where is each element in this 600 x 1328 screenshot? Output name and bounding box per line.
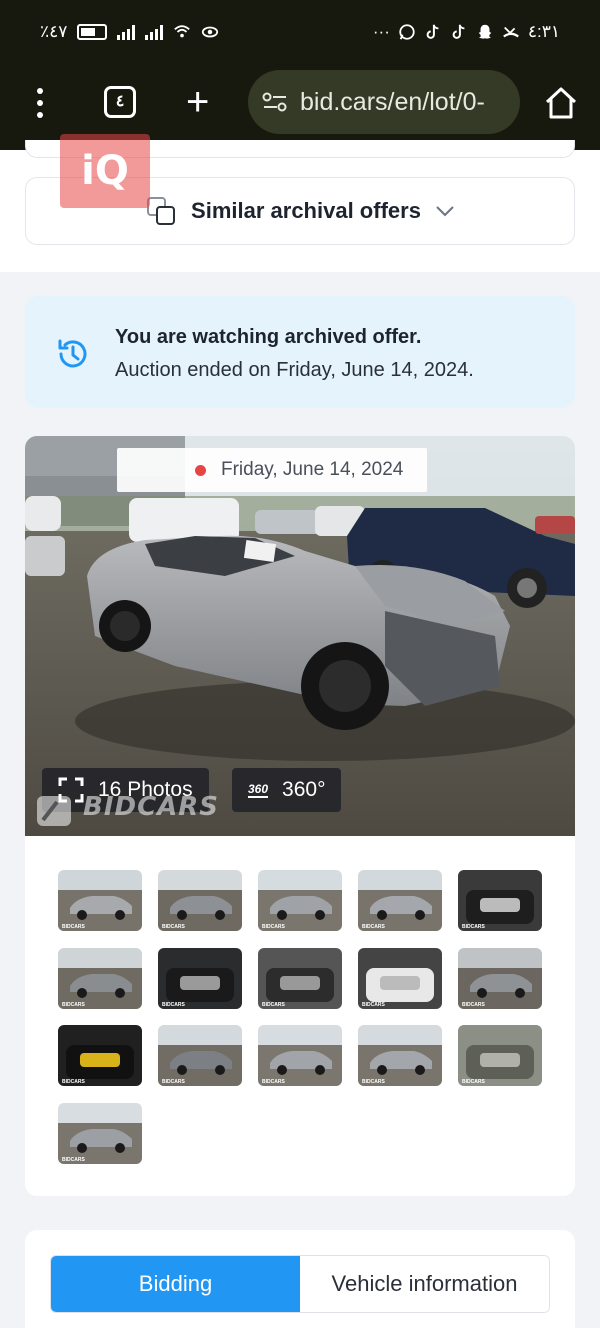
new-tab-button[interactable]: + — [186, 82, 209, 122]
thumb-3-image[interactable]: BIDCARS — [258, 870, 342, 931]
thumb-7[interactable]: BIDCARS — [158, 948, 242, 1009]
auction-date-badge: Friday, June 14, 2024 — [117, 448, 428, 492]
notice-title: You are watching archived offer. — [115, 326, 422, 348]
thumb-8[interactable]: BIDCARS — [258, 948, 342, 1009]
signal-icon — [117, 24, 136, 40]
thumb-14-watermark: BIDCARS — [362, 1079, 385, 1085]
thumb-9-watermark: BIDCARS — [362, 1002, 385, 1008]
thumb-6[interactable]: BIDCARS — [58, 948, 142, 1009]
thumb-15[interactable]: BIDCARS — [458, 1025, 542, 1086]
gallery-card: Friday, June 14, 2024 16 Photos 360 360°… — [25, 436, 575, 1196]
thumb-13-watermark: BIDCARS — [262, 1079, 285, 1085]
thumb-1-image[interactable]: BIDCARS — [58, 870, 142, 931]
archived-notice: You are watching archived offer. Auction… — [25, 296, 575, 408]
thumb-3-watermark: BIDCARS — [262, 924, 285, 930]
battery-percent: ٪٤٧ — [40, 22, 68, 41]
live-dot — [195, 464, 206, 476]
page-header-area: Similar archival offers iQ — [0, 134, 600, 272]
tab-bidding[interactable]: Bidding — [51, 1256, 300, 1312]
thumb-10-image[interactable]: BIDCARS — [458, 948, 542, 1009]
view-360-label[interactable]: 360° — [282, 778, 325, 802]
view-360-button[interactable]: 360 360° — [232, 768, 342, 812]
thumb-7-image[interactable]: BIDCARS — [158, 948, 242, 1009]
thumb-8-image[interactable]: BIDCARS — [258, 948, 342, 1009]
thumb-4-watermark: BIDCARS — [362, 924, 385, 930]
battery-icon — [77, 24, 108, 40]
whatsapp-icon — [399, 24, 415, 40]
similar-offers-label[interactable]: Similar archival offers — [191, 198, 421, 224]
missed-call-icon — [503, 26, 519, 38]
thumb-15-image[interactable]: BIDCARS — [458, 1025, 542, 1086]
url-text[interactable]: bid.cars/en/lot/0- — [300, 88, 485, 117]
wifi-icon — [174, 25, 191, 38]
thumb-2[interactable]: BIDCARS — [158, 870, 242, 931]
clock: ٤:٣١ — [527, 22, 560, 41]
status-bar: ٪٤٧ ··· ٤:٣١ — [0, 0, 600, 64]
thumb-12[interactable]: BIDCARS — [158, 1025, 242, 1086]
notice-subtitle: Auction ended on Friday, June 14, 2024. — [115, 359, 474, 381]
history-icon — [58, 339, 87, 368]
thumb-12-watermark: BIDCARS — [162, 1079, 185, 1085]
thumb-4[interactable]: BIDCARS — [358, 870, 442, 931]
tab-vehicle-information[interactable]: Vehicle information — [300, 1256, 549, 1312]
thumb-14[interactable]: BIDCARS — [358, 1025, 442, 1086]
eye-icon — [202, 26, 219, 38]
thumb-16-watermark: BIDCARS — [62, 1157, 85, 1163]
thumb-4-image[interactable]: BIDCARS — [358, 870, 442, 931]
thumb-6-watermark: BIDCARS — [62, 1002, 85, 1008]
status-left: ٪٤٧ — [40, 22, 219, 42]
thumb-9[interactable]: BIDCARS — [358, 948, 442, 1009]
thumb-16[interactable]: BIDCARS — [58, 1103, 142, 1164]
thumb-13-image[interactable]: BIDCARS — [258, 1025, 342, 1086]
snapchat-icon — [478, 24, 492, 39]
home-icon[interactable] — [544, 86, 578, 120]
thumb-1-watermark: BIDCARS — [62, 924, 85, 930]
tab-switcher-button[interactable]: ٤ — [104, 86, 136, 118]
watermark-logo-icon — [37, 796, 71, 826]
thumb-11[interactable]: BIDCARS — [58, 1025, 142, 1086]
thumb-9-image[interactable]: BIDCARS — [358, 948, 442, 1009]
details-tabs: Bidding Vehicle information — [50, 1255, 550, 1313]
thumb-11-image[interactable]: BIDCARS — [58, 1025, 142, 1086]
thumb-8-watermark: BIDCARS — [262, 1002, 285, 1008]
thumb-5[interactable]: BIDCARS — [458, 870, 542, 931]
more-notifications-icon: ··· — [372, 22, 390, 41]
details-tabs-card: Bidding Vehicle information — [25, 1230, 575, 1328]
thumb-6-image[interactable]: BIDCARS — [58, 948, 142, 1009]
thumb-16-image[interactable]: BIDCARS — [58, 1103, 142, 1164]
thumb-10[interactable]: BIDCARS — [458, 948, 542, 1009]
thumb-3[interactable]: BIDCARS — [258, 870, 342, 931]
thumb-15-watermark: BIDCARS — [462, 1079, 485, 1085]
chevron-down-icon — [436, 206, 454, 217]
brand-overlay-logo: iQ — [60, 134, 150, 208]
thumb-5-watermark: BIDCARS — [462, 924, 485, 930]
thumb-11-watermark: BIDCARS — [62, 1079, 85, 1085]
site-settings-icon[interactable] — [262, 91, 288, 113]
thumb-1[interactable]: BIDCARS — [58, 870, 142, 931]
thumb-7-watermark: BIDCARS — [162, 1002, 185, 1008]
status-right: ··· ٤:٣١ — [373, 22, 560, 42]
menu-icon[interactable] — [36, 88, 44, 118]
signal-icon-2 — [145, 24, 164, 40]
url-bar[interactable]: bid.cars/en/lot/0- — [248, 70, 520, 134]
main-vehicle-photo[interactable]: Friday, June 14, 2024 16 Photos 360 360°… — [25, 436, 575, 836]
thumb-13[interactable]: BIDCARS — [258, 1025, 342, 1086]
tiktok-icon-2 — [452, 24, 465, 39]
thumb-2-watermark: BIDCARS — [162, 924, 185, 930]
thumb-14-image[interactable]: BIDCARS — [358, 1025, 442, 1086]
bidcars-watermark: BIDCARS — [83, 792, 220, 822]
thumb-10-watermark: BIDCARS — [462, 1002, 485, 1008]
screen: ٪٤٧ ··· ٤:٣١ ٤ + bid.cars/en/lot/0- Simi… — [0, 0, 600, 1328]
thumb-2-image[interactable]: BIDCARS — [158, 870, 242, 931]
tiktok-icon — [426, 24, 439, 39]
thumb-12-image[interactable]: BIDCARS — [158, 1025, 242, 1086]
thumb-5-image[interactable]: BIDCARS — [458, 870, 542, 931]
rotate-360-icon: 360 — [248, 782, 269, 798]
auction-date: Friday, June 14, 2024 — [221, 459, 404, 480]
